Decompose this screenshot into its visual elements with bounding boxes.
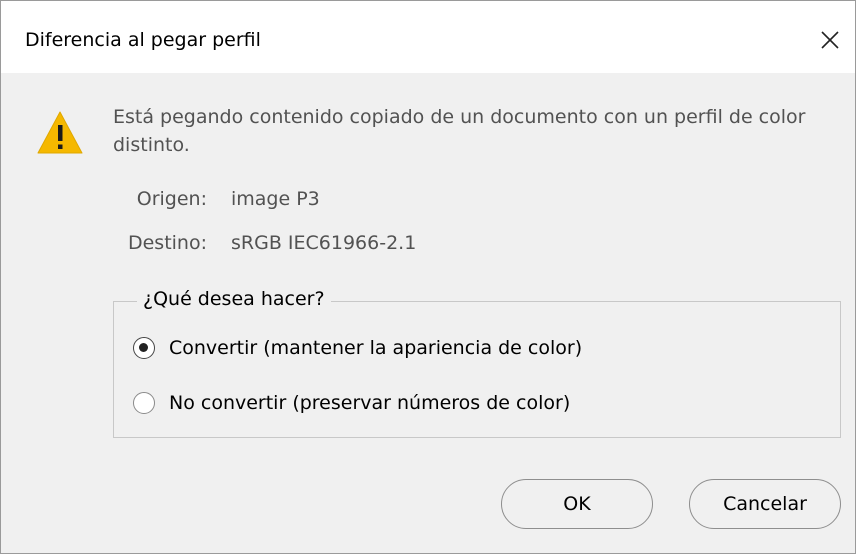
warning-triangle-icon — [37, 111, 83, 154]
radio-option-dont-convert[interactable]: No convertir (preservar números de color… — [133, 392, 570, 414]
ok-button[interactable]: OK — [501, 479, 653, 529]
cancel-button[interactable]: Cancelar — [689, 479, 841, 529]
origin-value: image P3 — [231, 188, 320, 210]
radio-option-convert[interactable]: Convertir (mantener la apariencia de col… — [133, 337, 582, 359]
radio-label-convert: Convertir (mantener la apariencia de col… — [169, 337, 583, 359]
groupbox-legend: ¿Qué desea hacer? — [137, 288, 331, 310]
paste-profile-mismatch-dialog: Diferencia al pegar perfil Está pegando … — [0, 0, 856, 554]
close-button[interactable] — [805, 17, 855, 63]
radio-button-dont-convert[interactable] — [133, 392, 155, 414]
action-groupbox — [113, 301, 841, 438]
close-icon — [821, 31, 839, 49]
destination-label: Destino: — [127, 232, 207, 254]
origin-label: Origen: — [136, 188, 207, 210]
radio-label-dont-convert: No convertir (preservar números de color… — [169, 392, 571, 414]
destination-value: sRGB IEC61966-2.1 — [231, 232, 417, 254]
title-bar: Diferencia al pegar perfil — [1, 1, 855, 73]
dialog-title: Diferencia al pegar perfil — [25, 29, 261, 51]
warning-message: Está pegando contenido copiado de un doc… — [113, 106, 806, 156]
radio-button-convert[interactable] — [133, 337, 155, 359]
